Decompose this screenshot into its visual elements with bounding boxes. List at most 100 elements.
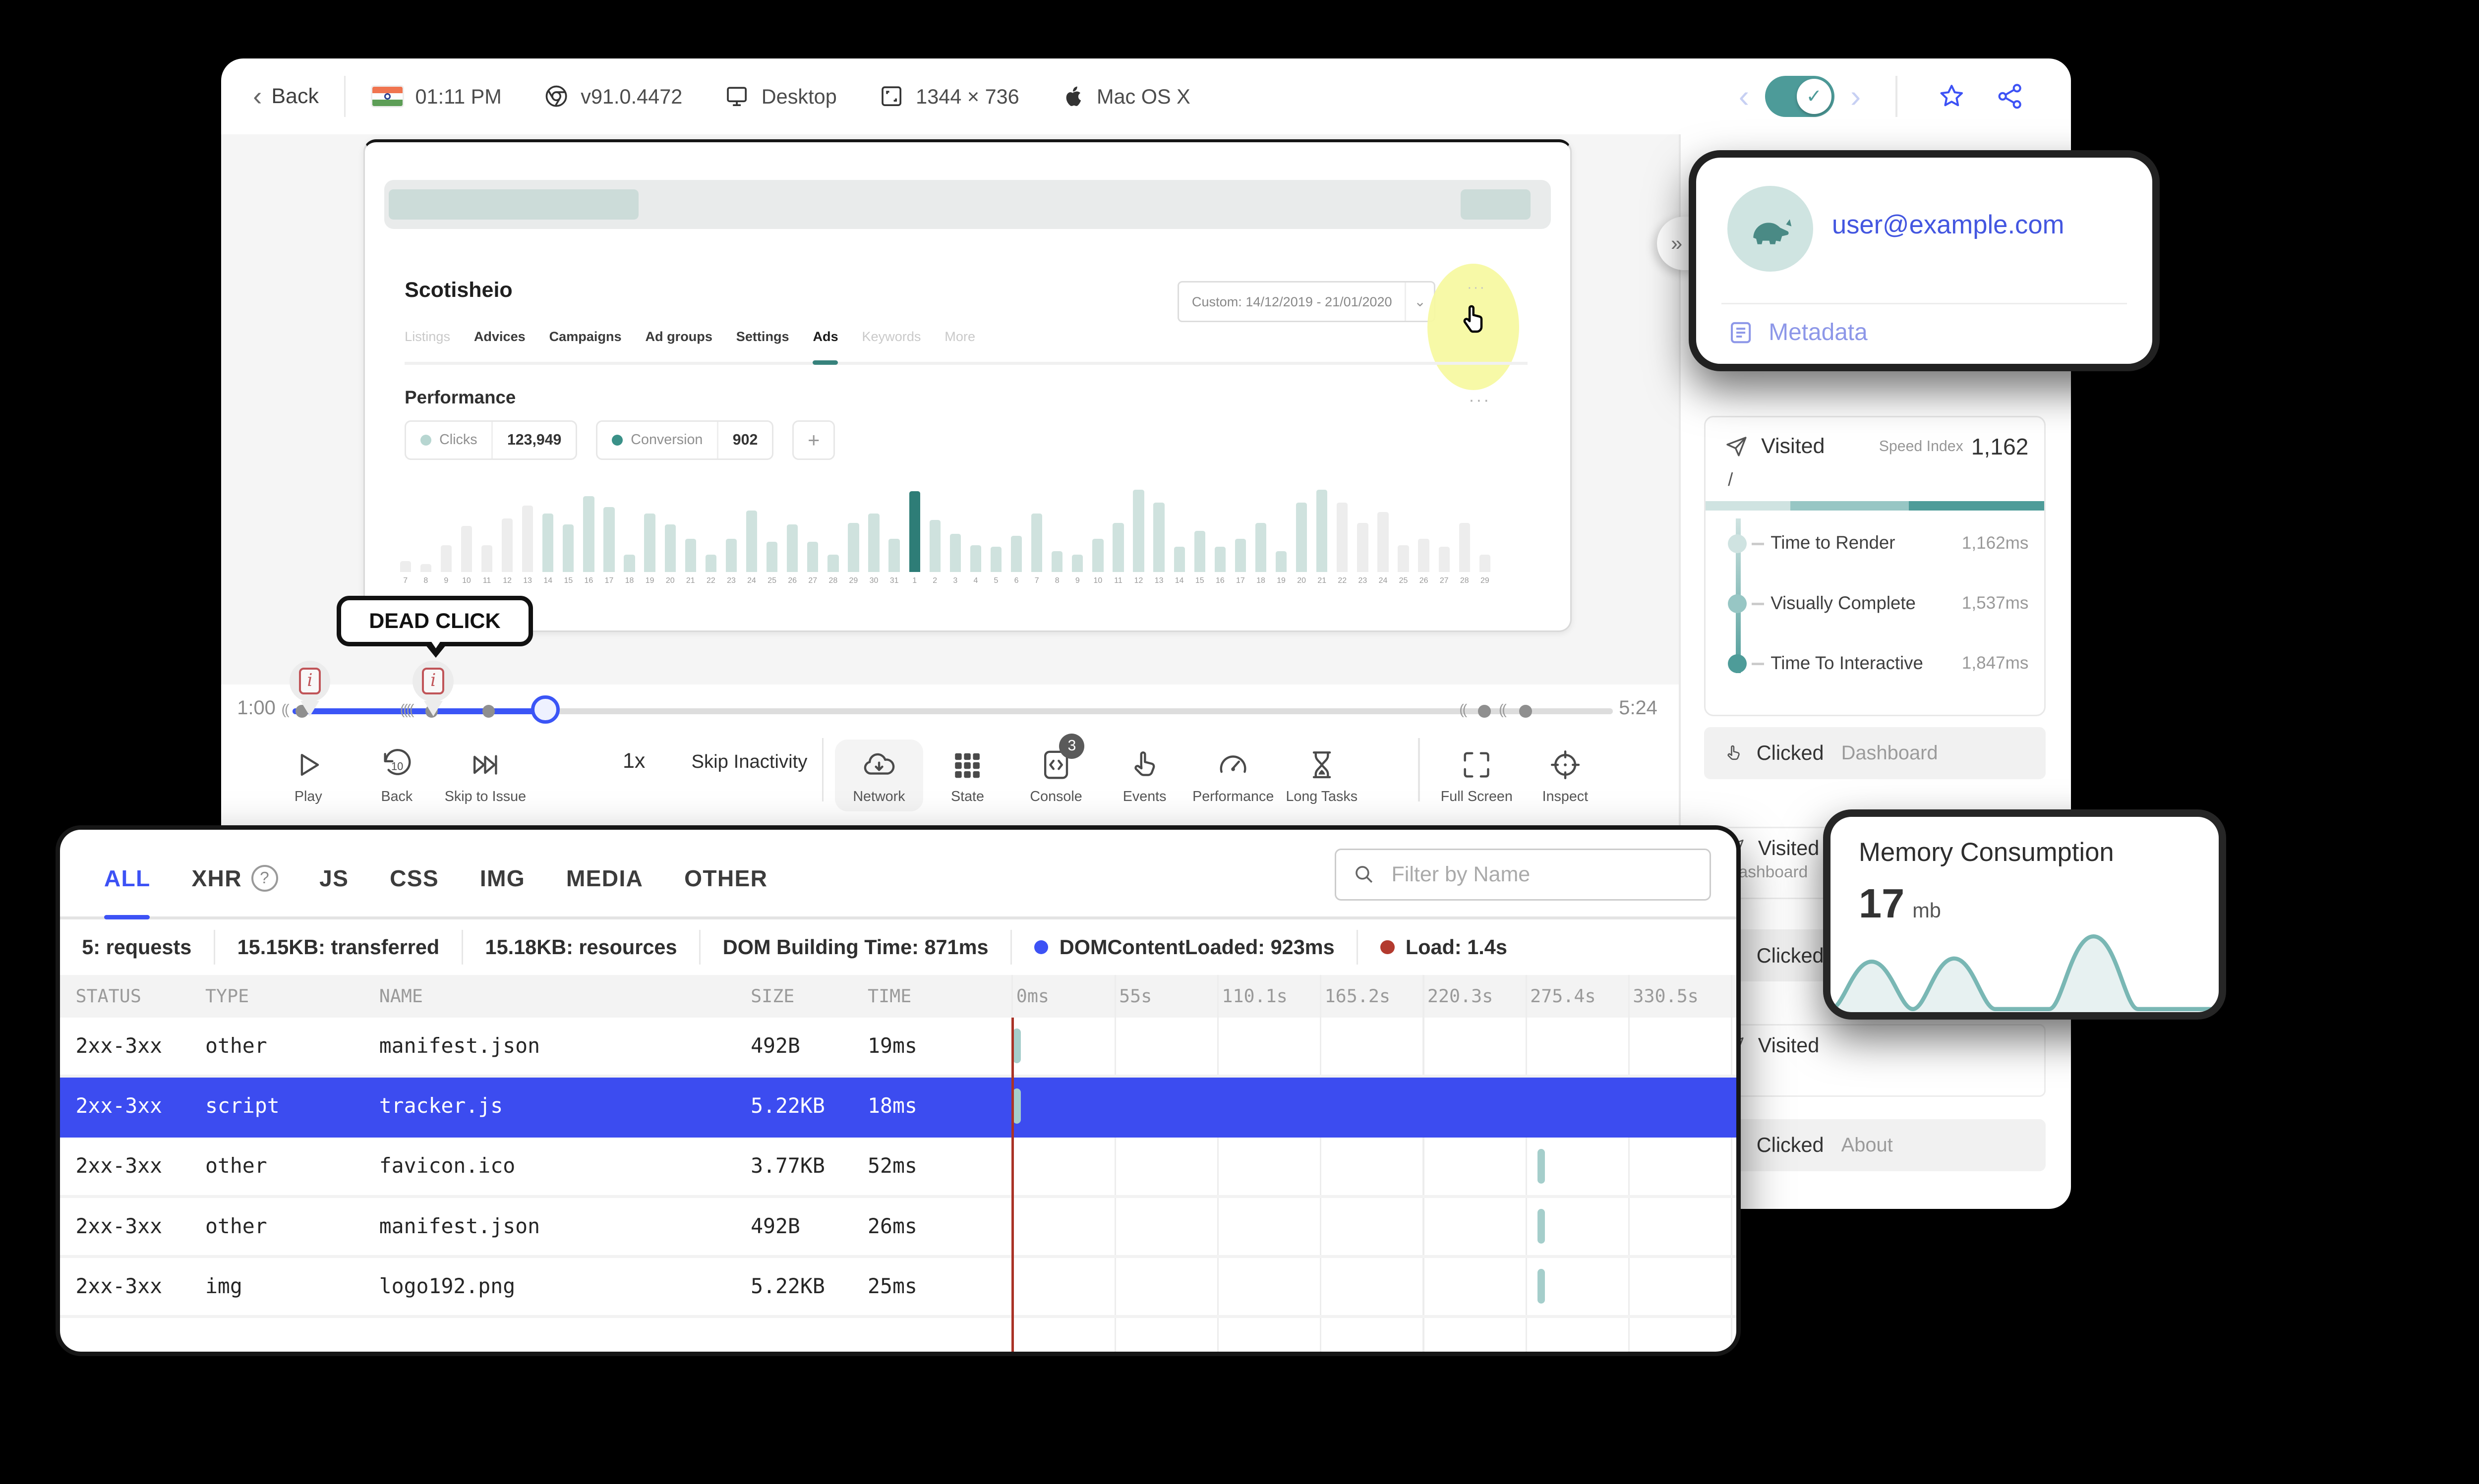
column-header-name[interactable]: NAME	[379, 975, 423, 1018]
network-tab-label: IMG	[479, 865, 525, 892]
skip-inactivity-button[interactable]: Skip Inactivity	[686, 751, 813, 773]
site-tab-keywords[interactable]: Keywords	[862, 329, 921, 344]
skip-to-issue-button[interactable]: Skip to Issue	[441, 740, 530, 811]
network-tab-js[interactable]: JS	[319, 865, 349, 892]
network-tab-label: XHR	[191, 865, 242, 892]
timeline-track[interactable]: (( (((( (( ((	[282, 702, 1613, 718]
chart-bar-column: 8	[420, 474, 431, 584]
control-label: Full Screen	[1440, 789, 1513, 805]
back-button[interactable]: ‹ Back	[253, 83, 319, 110]
network-tab-xhr[interactable]: XHR?	[191, 865, 279, 892]
autoplay-toggle[interactable]: ✓	[1765, 76, 1835, 117]
network-tab-img[interactable]: IMG	[480, 865, 525, 892]
issue-marker-pin[interactable]: i	[289, 660, 331, 716]
section-options-dots[interactable]: ···	[1469, 390, 1491, 410]
help-icon[interactable]: ?	[251, 865, 279, 892]
site-tab-ads[interactable]: Ads	[813, 329, 838, 344]
metadata-button[interactable]: Metadata	[1727, 319, 1868, 346]
site-tab-settings[interactable]: Settings	[736, 329, 789, 344]
back-button[interactable]: 10 Back	[353, 740, 441, 811]
performance-button[interactable]: Performance	[1189, 740, 1278, 811]
resolution-icon	[878, 83, 905, 110]
control-label: Performance	[1192, 789, 1274, 805]
table-row[interactable]: 2xx-3xx other manifest.json 492B 19ms	[59, 1018, 1736, 1078]
share-button[interactable]	[1981, 81, 2040, 112]
state-button[interactable]: State	[923, 740, 1012, 811]
site-tab-campaigns[interactable]: Campaigns	[549, 329, 622, 344]
event-clicked-dashboard[interactable]: Clicked Dashboard	[1704, 727, 2046, 780]
network-tab-all[interactable]: ALL	[104, 865, 151, 892]
device-label: Desktop	[761, 84, 837, 108]
visited-event-card[interactable]: Visited Speed Index 1,162 / Time to Rend…	[1704, 415, 2046, 716]
inspect-button[interactable]: Inspect	[1521, 740, 1610, 811]
chart-bar-label: 16	[584, 576, 593, 585]
user-email: user@example.com	[1831, 210, 2065, 240]
long-tasks-button[interactable]: Long Tasks	[1277, 740, 1366, 811]
metric-label: Conversion	[631, 432, 703, 448]
chart-bar-column: 25	[766, 474, 778, 585]
network-tab-media[interactable]: MEDIA	[566, 865, 643, 892]
chart-bar-label: 22	[707, 576, 715, 585]
issue-info-icon: i	[298, 668, 321, 695]
timeline-playhead[interactable]	[531, 695, 560, 724]
issue-marker-pin[interactable]: i	[413, 660, 454, 716]
site-tab-advices[interactable]: Advices	[474, 329, 526, 344]
full-screen-button[interactable]: Full Screen	[1432, 740, 1521, 811]
event-ripple: ((((	[400, 701, 414, 718]
column-header-time[interactable]: TIME	[868, 975, 911, 1018]
browser-version: v91.0.4472	[581, 84, 683, 108]
timeline-event-dot[interactable]	[1478, 705, 1491, 718]
playback-speed-button[interactable]: 1x	[610, 749, 658, 773]
favorite-star-button[interactable]	[1923, 81, 1981, 112]
user-cursor-icon	[1456, 298, 1494, 340]
console-button[interactable]: Console 3	[1012, 733, 1101, 811]
table-row[interactable]: 2xx-3xx script tracker.js 5.22KB 18ms	[59, 1078, 1736, 1138]
event-clicked-about[interactable]: Clicked About	[1704, 1119, 2046, 1171]
column-header-type[interactable]: TYPE	[205, 975, 249, 1018]
site-tab-listings[interactable]: Listings	[405, 329, 450, 344]
column-header-status[interactable]: STATUS	[75, 975, 141, 1018]
chart-bar-column: 23	[725, 474, 737, 584]
site-tab-ad-groups[interactable]: Ad groups	[645, 329, 712, 344]
user-identity-card[interactable]: user@example.com Metadata	[1688, 150, 2160, 372]
network-tab-css[interactable]: CSS	[390, 865, 439, 892]
date-range-select[interactable]: Custom: 14/12/2019 - 21/01/2020 ⌄	[1178, 281, 1436, 323]
metric-value: 123,949	[491, 421, 576, 458]
metric-chip-clicks[interactable]: Clicks 123,949	[405, 420, 578, 460]
chart-bar-label: 19	[645, 576, 654, 585]
chart-bar-label: 7	[403, 576, 408, 585]
timeline-progress	[292, 708, 546, 715]
panel-controls: Network State Console 3 Events Performance Lon…	[834, 733, 1366, 811]
metric-chip-conversion[interactable]: Conversion 902	[596, 420, 773, 460]
chart-bar	[1010, 535, 1022, 572]
cell-time: 26ms	[868, 1214, 917, 1238]
metric-value: 1,162ms	[1961, 533, 2029, 553]
event-visited-3[interactable]: Visited	[1704, 1024, 2046, 1097]
chart-bar	[1418, 538, 1429, 572]
add-metric-button[interactable]: +	[792, 420, 835, 460]
memory-wave-chart	[1830, 927, 2219, 1012]
events-button[interactable]: Events	[1100, 740, 1189, 811]
cell-type: img	[205, 1274, 242, 1298]
stat-text: DOM Building Time: 871ms	[722, 935, 989, 959]
chart-bar-label: 17	[604, 576, 614, 585]
filter-input[interactable]	[1388, 860, 1694, 889]
table-row[interactable]: 2xx-3xx other manifest.json 492B 26ms	[59, 1198, 1736, 1258]
chart-bar	[888, 538, 900, 572]
timeline-event-dot[interactable]	[1519, 705, 1532, 718]
column-header-size[interactable]: SIZE	[751, 975, 794, 1018]
prev-session-button[interactable]: ‹	[1729, 80, 1759, 113]
network-tab-other[interactable]: OTHER	[684, 865, 767, 892]
play-button[interactable]: Play	[264, 740, 353, 811]
chart-bar	[461, 526, 472, 572]
cell-time: 18ms	[868, 1094, 917, 1118]
network-button[interactable]: Network	[834, 740, 924, 811]
table-row[interactable]: 2xx-3xx img logo192.png 5.22KB 25ms	[59, 1258, 1736, 1318]
timeline-event-dot[interactable]	[482, 705, 495, 718]
chart-bar-label: 25	[767, 576, 776, 585]
table-row[interactable]: 2xx-3xx other favicon.ico 3.77KB 52ms	[59, 1138, 1736, 1198]
site-tab-more[interactable]: More	[944, 329, 975, 344]
metric-value: 902	[717, 421, 772, 458]
chart-bar	[725, 538, 737, 572]
next-session-button[interactable]: ›	[1841, 80, 1871, 113]
